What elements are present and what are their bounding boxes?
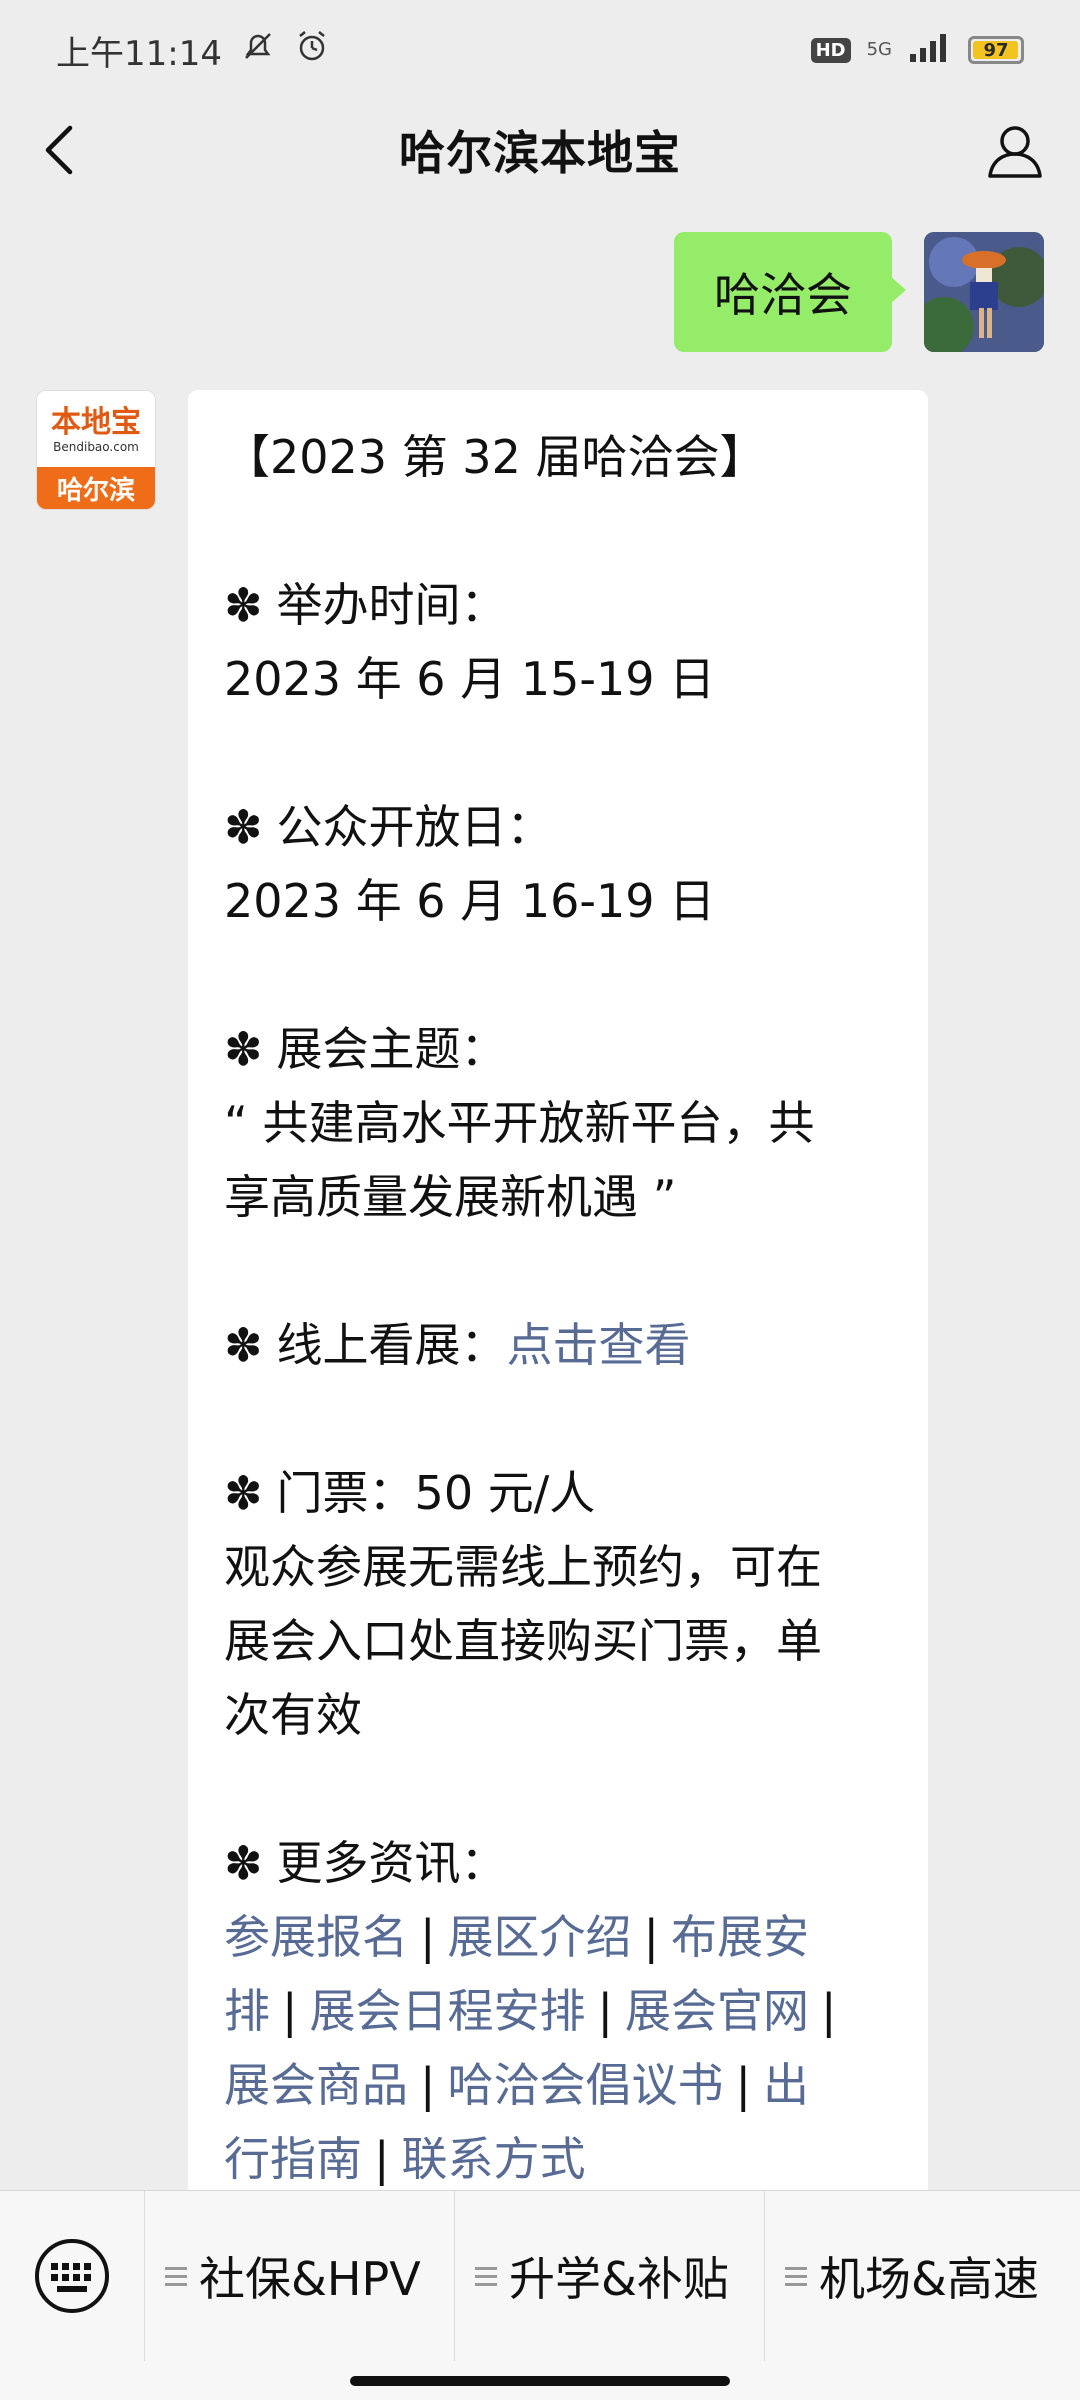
received-message-row: 本地宝 Bendibao.com 哈尔滨 【2023 第 32 届哈洽会】 ✽ 举… [36,390,928,2240]
network-label: 5G [866,39,892,60]
hd-badge: HD [810,37,851,63]
profile-button[interactable] [980,116,1050,186]
menu-lines-icon [785,2262,807,2291]
person-icon [988,126,1042,178]
link-setup-part1[interactable]: 布展安 [671,1910,809,1964]
link-separator: | [282,1984,298,2038]
theme-label-line: ✽ 展会主题： [224,1012,892,1086]
link-separator: | [374,2132,390,2186]
message-heading: 【2023 第 32 届哈洽会】 [224,430,766,484]
signal-icon [908,30,952,71]
keyboard-icon [35,2239,109,2313]
menu-item-label: 社保&HPV [199,2252,421,2306]
bot-avatar[interactable]: 本地宝 Bendibao.com 哈尔滨 [36,390,156,510]
link-contact[interactable]: 联系方式 [402,2132,586,2186]
link-separator: | [735,2058,752,2112]
more-label: 更多资讯： [276,1836,507,1890]
menu-item-school-subsidy[interactable]: 升学&补贴 [455,2191,765,2361]
battery-icon: 97 [968,36,1024,64]
theme-line-1: “ 共建高水平开放新平台，共 [224,1096,815,1150]
online-view-link[interactable]: 点击查看 [507,1318,691,1372]
keyboard-toggle-button[interactable] [0,2191,145,2361]
bot-logo: 本地宝 Bendibao.com [37,391,155,469]
link-separator: | [420,1910,436,1964]
menu-item-social-hpv[interactable]: 社保&HPV [145,2191,455,2361]
online-line: ✽ 线上看展：点击查看 [224,1308,892,1382]
menu-lines-icon [475,2262,497,2291]
more-links-line-4: 行指南 | 联系方式 [224,2122,892,2196]
home-indicator[interactable] [350,2376,730,2386]
more-links-line-1: 参展报名 | 展区介绍 | 布展安 [224,1900,892,1974]
more-links-line-2: 排 | 展会日程安排 | 展会官网 | [224,1974,892,2048]
link-separator: | [597,1984,614,2038]
menu-item-airport-highway[interactable]: 机场&高速 [765,2191,1080,2361]
menu-item-label: 升学&补贴 [509,2252,729,2306]
bottom-menu: 社保&HPV 升学&补贴 机场&高速 [0,2191,1080,2361]
ticket-label: 门票：50 元/人 [276,1466,596,1520]
more-label-line: ✽ 更多资讯： [224,1826,892,1900]
link-separator: | [821,1984,837,2038]
bot-logo-text: 本地宝 [51,405,141,440]
flower-icon: ✽ [224,1022,263,1076]
more-links-line-3: 展会商品 | 哈洽会倡议书 | 出 [224,2048,892,2122]
chevron-left-icon [45,125,73,175]
flower-icon: ✽ [224,1318,263,1372]
menu-item-label: 机场&高速 [819,2252,1039,2306]
link-official-site[interactable]: 展会官网 [625,1984,809,2038]
status-right: HD 5G 97 [810,30,1024,71]
page-title: 哈尔滨本地宝 [399,126,681,180]
link-proposal[interactable]: 哈洽会倡议书 [448,2058,724,2112]
public-days-value: 2023 年 6 月 16-19 日 [224,874,716,928]
theme-label: 展会主题： [276,1022,507,1076]
time-label-line: ✽ 举办时间： [224,568,892,642]
link-separator: | [643,1910,660,1964]
flower-icon: ✽ [224,578,263,632]
link-schedule[interactable]: 展会日程安排 [310,1984,586,2038]
bot-city-label: 哈尔滨 [37,467,155,509]
public-days-label: 公众开放日： [276,800,553,854]
received-message-bubble[interactable]: 【2023 第 32 届哈洽会】 ✽ 举办时间： 2023 年 6 月 15-19… [188,390,928,2240]
status-time: 上午11:14 [56,33,222,74]
alarm-icon [294,28,330,73]
online-label: 线上看展： [276,1318,507,1372]
theme-line-2: 享高质量发展新机遇 ” [224,1170,677,1224]
flower-icon: ✽ [224,1466,263,1520]
bottom-bar: 社保&HPV 升学&补贴 机场&高速 [0,2190,1080,2400]
link-register[interactable]: 参展报名 [224,1910,408,1964]
battery-percent: 97 [983,39,1009,61]
time-label: 举办时间： [276,578,507,632]
user-avatar[interactable] [924,232,1044,352]
flower-icon: ✽ [224,800,263,854]
public-days-label-line: ✽ 公众开放日： [224,790,892,864]
menu-lines-icon [165,2262,187,2291]
link-travel-part1[interactable]: 出 [763,2058,809,2112]
link-setup-part2[interactable]: 排 [224,1984,270,2038]
status-left: 上午11:14 [56,26,330,75]
back-button[interactable] [30,120,90,180]
chat-header: 哈尔滨本地宝 [0,100,1080,200]
flower-icon: ✽ [224,1836,263,1890]
sent-message-bubble[interactable]: 哈洽会 [674,232,906,352]
link-products[interactable]: 展会商品 [224,2058,408,2112]
painting-avatar-image [924,232,1044,352]
bot-logo-subtext: Bendibao.com [53,440,139,454]
ticket-line-3: 次有效 [224,1688,362,1742]
ticket-label-line: ✽ 门票：50 元/人 [224,1456,892,1530]
sent-message-row: 哈洽会 [674,232,1044,352]
link-zone-intro[interactable]: 展区介绍 [448,1910,632,1964]
ticket-line-1: 观众参展无需线上预约，可在 [224,1540,822,1594]
ticket-line-2: 展会入口处直接购买门票，单 [224,1614,822,1668]
mute-icon [240,28,276,73]
link-travel-part2[interactable]: 行指南 [224,2132,362,2186]
link-separator: | [420,2058,436,2112]
time-value: 2023 年 6 月 15-19 日 [224,652,716,706]
sent-message-text: 哈洽会 [714,268,852,322]
status-bar: 上午11:14 HD 5G 97 [0,0,1080,100]
